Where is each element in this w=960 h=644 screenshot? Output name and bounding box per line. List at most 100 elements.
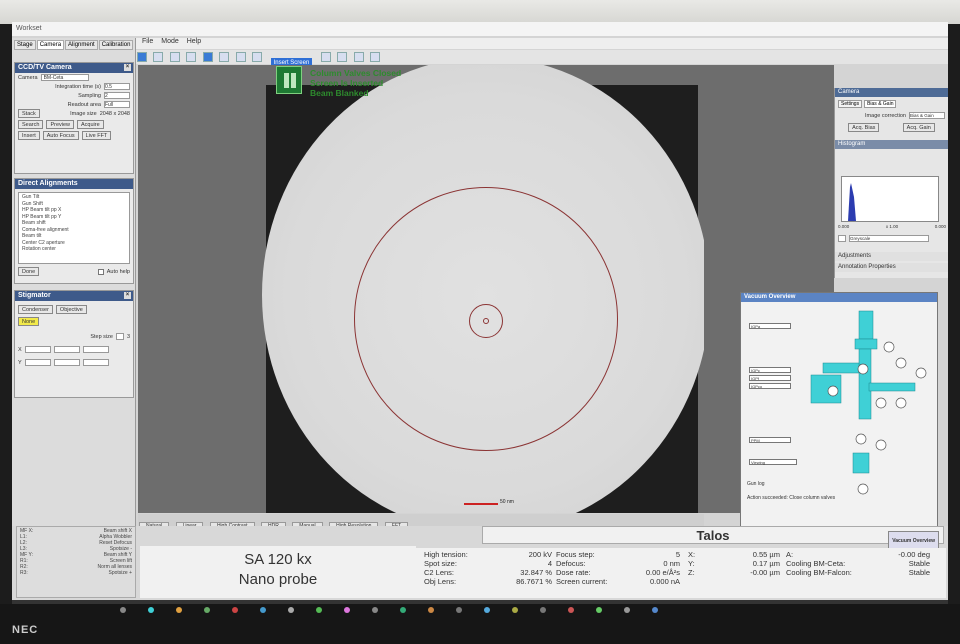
tab-calibration[interactable]: Calibration [98,40,134,50]
vac-label-2[interactable]: IGPc [749,367,791,373]
stig-y-field-3[interactable] [82,359,109,366]
menu-help[interactable]: Help [187,38,201,45]
live-fft-button[interactable]: Live FFT [81,131,112,140]
adjustments-header[interactable]: Adjustments [835,252,948,261]
menu-mode[interactable]: Mode [161,38,179,45]
tab-bias-gain[interactable]: Bias & Gain [864,100,897,108]
screen: Workset Stage Camera Alignment Calibrati… [12,22,948,604]
taskbar-app-icon[interactable] [316,607,322,613]
vac-label-1[interactable]: IGPa [749,323,791,329]
vac-label-4[interactable]: IGPco [749,383,791,389]
readout-label: Cooling BM-Falcon: [786,568,852,577]
image-viewer[interactable]: Column Valves Closed Screen Is Inserted … [138,65,704,513]
taskbar-app-icon[interactable] [624,607,630,613]
menu-file[interactable]: File [142,38,153,45]
taskbar-app-icon[interactable] [120,607,126,613]
alignment-list[interactable]: Gun Tilt Gun Shift HP Beam tilt pp X HP … [18,192,130,264]
readout-row: High tension: 200 kV [424,550,552,559]
camera-select-row: Camera BM-Ceta [15,73,133,82]
circle-tool-icon[interactable] [186,52,197,62]
taskbar-app-icon[interactable] [484,607,490,613]
taskbar-app-icon[interactable] [288,607,294,613]
acq-gain-button[interactable]: Acq. Gain [902,123,935,132]
camera-icon[interactable] [219,52,230,62]
auto-focus-button[interactable]: Auto Focus [42,131,79,140]
taskbar-app-icon[interactable] [596,607,602,613]
tab-camera[interactable]: Camera [36,40,65,50]
condenser-button[interactable]: Condenser [18,305,53,314]
grid-icon[interactable] [235,52,246,62]
readout-select[interactable]: Full [104,101,130,108]
stigmator-panel: Stigmator × Condenser Objective None Step … [14,290,134,398]
copy-icon[interactable] [353,52,364,62]
annotation-header[interactable]: Annotation Properties [835,263,948,272]
done-button[interactable]: Done [18,267,40,276]
tab-settings[interactable]: Settings [838,100,863,108]
readout-value: 4 [547,559,552,568]
legend-action: Spotsize + [108,570,133,576]
taskbar-app-icon[interactable] [428,607,434,613]
taskbar-app-icon[interactable] [540,607,546,613]
stack-button[interactable]: Stack [18,109,40,118]
taskbar-app-icon[interactable] [400,607,406,613]
vac-label-6[interactable]: Viewing [749,459,797,465]
taskbar-app-icon[interactable] [456,607,462,613]
tab-stage[interactable]: Stage [14,40,36,50]
rect-tool-icon[interactable] [169,52,180,62]
magnification-box: SA 120 kx Nano probe [140,546,416,598]
stig-x-field-1[interactable] [24,346,51,353]
image-correction-select[interactable]: Bias & Gain [909,112,945,119]
save-icon[interactable] [337,52,348,62]
line-tool-icon[interactable] [153,52,164,62]
step-stepper[interactable] [115,333,124,340]
stig-y-field-2[interactable] [53,359,80,366]
taskbar-app-icon[interactable] [176,607,182,613]
vac-label-3[interactable]: IGPf [749,375,791,381]
taskbar-app-icon[interactable] [260,607,266,613]
pointer-tool-icon[interactable] [137,52,147,62]
auto-help-checkbox[interactable] [97,268,104,275]
acq-row-1: Search Preview Acquire [15,120,133,129]
readout-label: Focus step: [556,550,595,559]
readout-label: Dose rate: [556,568,591,577]
insert-button[interactable]: Insert [18,131,40,140]
taskbar-app-icon[interactable] [372,607,378,613]
zoom-icon[interactable] [252,52,263,62]
readout-row: Screen current: 0.000 nA [556,577,680,586]
taskbar-app-icon[interactable] [652,607,658,613]
taskbar-app-icon[interactable] [568,607,574,613]
settings-icon[interactable] [370,52,381,62]
objective-button[interactable]: Objective [55,305,87,314]
close-icon[interactable]: × [124,64,131,71]
taskbar-app-icon[interactable] [148,607,154,613]
stig-y-field-1[interactable] [24,359,51,366]
list-item[interactable]: Rotation center [22,246,126,253]
menu-bar: File Mode Help [136,38,948,49]
readout-value: -0.00 deg [898,550,930,559]
gun-chamber [858,310,874,340]
none-button[interactable]: None [18,317,40,326]
tab-alignment[interactable]: Alignment [65,40,98,50]
taskbar-app-icon[interactable] [344,607,350,613]
sampling-select[interactable]: 2 [104,92,130,99]
taskbar-app-icon[interactable] [232,607,238,613]
search-button[interactable]: Search [18,120,44,129]
integration-input[interactable]: 0.5 [104,83,130,90]
pause-icon[interactable] [202,52,213,62]
close-icon[interactable]: × [124,292,131,299]
stig-x-field-3[interactable] [82,346,109,353]
preview-button[interactable]: Preview [46,120,74,129]
alignments-panel: Direct Alignments Gun Tilt Gun Shift HP … [14,178,134,284]
colormap-icon[interactable] [838,235,846,242]
readout-row: X: 0.55 µm [688,550,780,559]
acquire-button[interactable]: Acquire [77,120,104,129]
vac-label-5[interactable]: PPM [749,437,791,443]
taskbar-app-icon[interactable] [512,607,518,613]
camera-select[interactable]: BM-Ceta [40,74,89,81]
colormap-select[interactable]: Greyscale [849,235,929,242]
acq-bias-button[interactable]: Acq. Bias [848,123,880,132]
play-icon[interactable] [320,52,331,62]
stig-x-field-2[interactable] [53,346,80,353]
taskbar-app-icon[interactable] [204,607,210,613]
taskbar-icons [120,607,680,615]
